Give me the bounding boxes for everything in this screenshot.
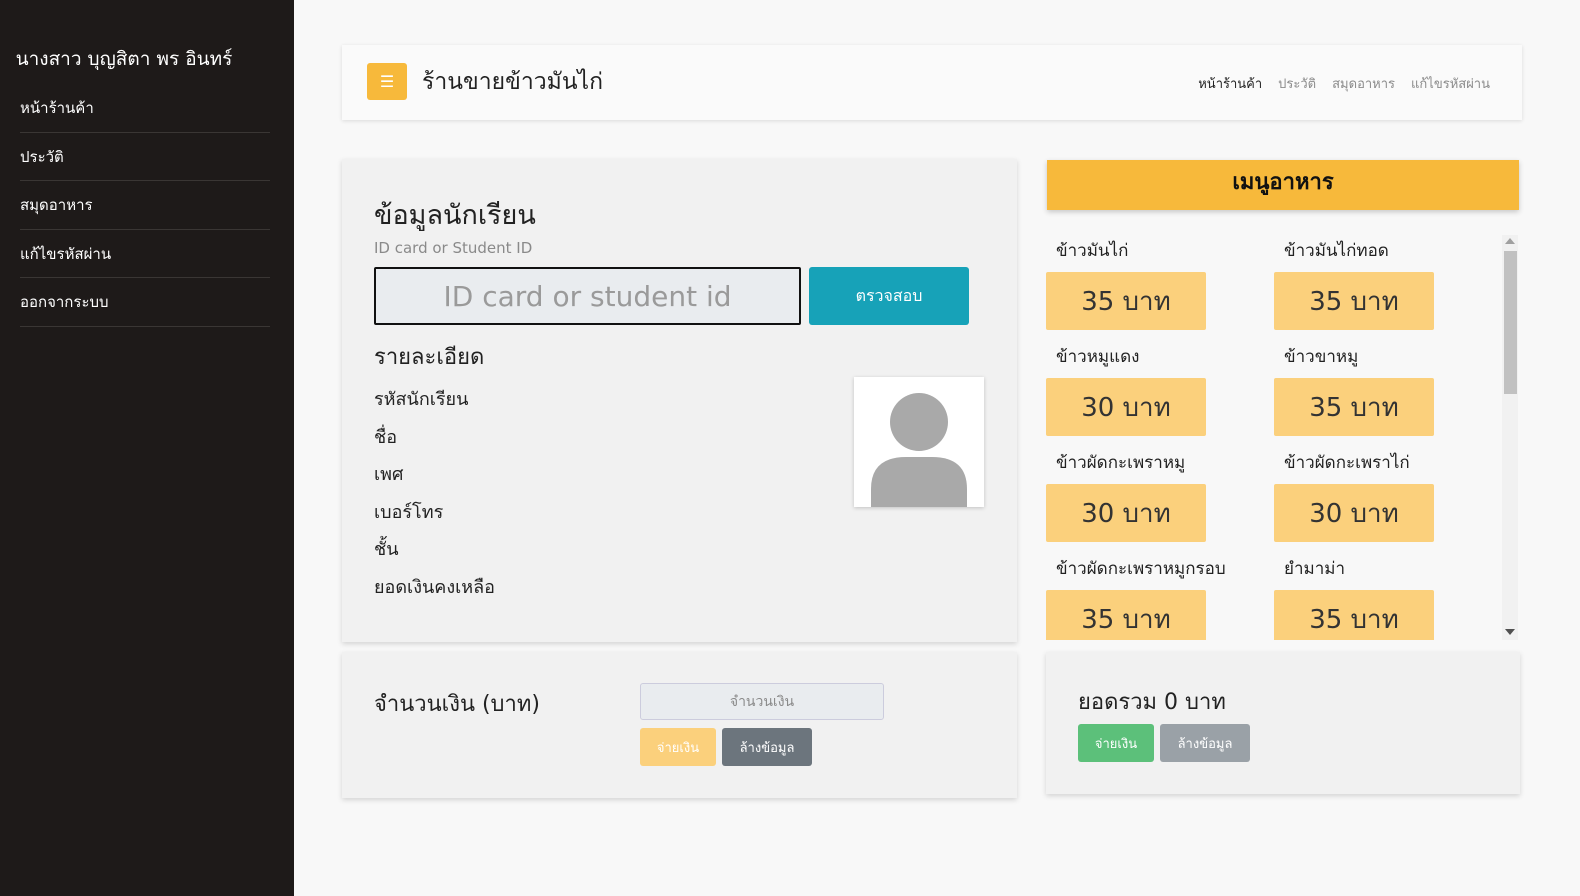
field-gender: เพศ	[374, 464, 404, 485]
menu-item-name: ข้าวมันไก่ทอด	[1284, 241, 1389, 261]
amount-label: จำนวนเงิน (บาท)	[374, 692, 540, 717]
menu-item: ข้าวมันไก่ 35 บาท	[1046, 232, 1274, 338]
payment-card: จำนวนเงิน (บาท) จ่ายเงิน ล้างข้อมูล	[342, 652, 1017, 798]
student-info-card: ข้อมูลนักเรียน ID card or Student ID ตรว…	[342, 159, 1017, 642]
student-info-title: ข้อมูลนักเรียน	[374, 200, 536, 231]
amount-input[interactable]	[640, 683, 884, 720]
sidebar-menu: หน้าร้านค้า ประวัติ สมุดอาหาร แก้ไขรหัสผ…	[0, 84, 294, 327]
student-details: รหัสนักเรียน ชื่อ เพศ เบอร์โทร ชั้น ยอดเ…	[374, 381, 495, 606]
menu-item-name: ข้าวมันไก่	[1056, 241, 1129, 261]
menu-item-name: ข้าวผัดกะเพราไก่	[1284, 453, 1410, 473]
menu-item-name: ข้าวหมูแดง	[1056, 347, 1140, 367]
total-amount: ยอดรวม 0 บาท	[1078, 690, 1226, 715]
scroll-up-arrow-icon[interactable]	[1505, 238, 1515, 244]
menu-item: ข้าวขาหมู 35 บาท	[1274, 338, 1502, 444]
menu-item-price-button[interactable]: 35 บาท	[1274, 590, 1434, 640]
pay-button[interactable]: จ่ายเงิน	[640, 728, 716, 766]
menu-item-price-button[interactable]: 30 บาท	[1046, 484, 1206, 542]
top-navbar: ☰ ร้านขายข้าวมันไก่ หน้าร้านค้า ประวัติ …	[342, 45, 1522, 120]
field-name: ชื่อ	[374, 426, 398, 448]
menu-item: ข้าวมันไก่ทอด 35 บาท	[1274, 232, 1502, 338]
field-student-id: รหัสนักเรียน	[374, 389, 469, 410]
menu-item: ยำมาม่า 35 บาท	[1274, 550, 1502, 640]
page-title: ร้านขายข้าวมันไก่	[422, 69, 604, 95]
scroll-down-arrow-icon[interactable]	[1505, 629, 1515, 635]
menu-item-price-button[interactable]: 35 บาท	[1274, 378, 1434, 436]
menu-item: ข้าวผัดกะเพราหมู 30 บาท	[1046, 444, 1274, 550]
menu-item: ข้าวหมูแดง 30 บาท	[1046, 338, 1274, 444]
menu-title: เมนูอาหาร	[1047, 160, 1519, 210]
details-title: รายละเอียด	[374, 345, 485, 370]
avatar	[854, 377, 984, 507]
menu-item-name: ข้าวขาหมู	[1284, 347, 1359, 367]
menu-item-price-button[interactable]: 35 บาท	[1046, 590, 1206, 640]
check-button[interactable]: ตรวจสอบ	[809, 267, 969, 325]
menu-item-price-button[interactable]: 35 บาท	[1046, 272, 1206, 330]
field-balance: ยอดเงินคงเหลือ	[374, 576, 495, 598]
sidebar-item-change-password[interactable]: แก้ไขรหัสผ่าน	[20, 230, 270, 278]
hamburger-icon: ☰	[379, 72, 395, 91]
total-clear-button[interactable]: ล้างข้อมูล	[1160, 724, 1250, 762]
scrollbar-thumb[interactable]	[1504, 251, 1517, 394]
nav-link-change-password[interactable]: แก้ไขรหัสผ่าน	[1411, 73, 1490, 94]
user-avatar-icon	[854, 377, 984, 507]
sidebar: นางสาว บุญสิตา พร อินทร์ หน้าร้านค้า ประ…	[0, 0, 294, 896]
field-phone: เบอร์โทร	[374, 501, 444, 523]
menu-toggle-button[interactable]: ☰	[367, 63, 407, 100]
top-nav-links: หน้าร้านค้า ประวัติ สมุดอาหาร แก้ไขรหัสผ…	[1198, 73, 1490, 94]
menu-item-name: ข้าวผัดกะเพราหมูกรอบ	[1056, 559, 1226, 579]
sidebar-item-history[interactable]: ประวัติ	[20, 133, 270, 181]
clear-button[interactable]: ล้างข้อมูล	[722, 728, 812, 766]
nav-link-history[interactable]: ประวัติ	[1278, 73, 1316, 94]
menu-item: ข้าวผัดกะเพราหมูกรอบ 35 บาท	[1046, 550, 1274, 640]
menu-list: ข้าวมันไก่ 35 บาท ข้าวมันไก่ทอด 35 บาท ข…	[1046, 232, 1520, 640]
nav-link-food-book[interactable]: สมุดอาหาร	[1332, 73, 1395, 94]
student-id-input[interactable]	[374, 267, 801, 325]
menu-item-name: ข้าวผัดกะเพราหมู	[1056, 453, 1186, 473]
menu-item-price-button[interactable]: 30 บาท	[1274, 484, 1434, 542]
student-id-label: ID card or Student ID	[374, 239, 533, 257]
menu-item-price-button[interactable]: 30 บาท	[1046, 378, 1206, 436]
total-card: ยอดรวม 0 บาท จ่ายเงิน ล้างข้อมูล	[1046, 652, 1520, 794]
menu-item-price-button[interactable]: 35 บาท	[1274, 272, 1434, 330]
sidebar-item-shop[interactable]: หน้าร้านค้า	[20, 84, 270, 133]
sidebar-item-food-book[interactable]: สมุดอาหาร	[20, 181, 270, 230]
total-pay-button[interactable]: จ่ายเงิน	[1078, 724, 1154, 762]
user-name: นางสาว บุญสิตา พร อินทร์	[15, 48, 233, 70]
menu-item-name: ยำมาม่า	[1284, 559, 1346, 579]
nav-link-shop[interactable]: หน้าร้านค้า	[1198, 73, 1262, 94]
field-class: ชั้น	[374, 539, 399, 560]
sidebar-item-logout[interactable]: ออกจากระบบ	[20, 278, 270, 327]
menu-item: ข้าวผัดกะเพราไก่ 30 บาท	[1274, 444, 1502, 550]
